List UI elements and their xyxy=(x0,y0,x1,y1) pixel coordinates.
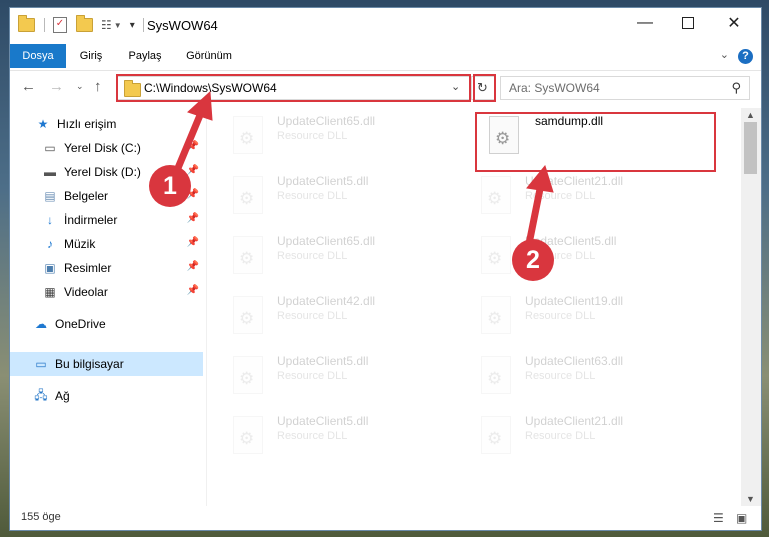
step-badge-1: 1 xyxy=(149,165,191,207)
annotation-arrows xyxy=(174,90,554,245)
arrow-1 xyxy=(174,106,207,170)
step-badge-2: 2 xyxy=(512,239,554,281)
arrow-2 xyxy=(525,183,545,245)
arrowhead-1 xyxy=(187,90,213,121)
arrowhead-2 xyxy=(526,164,554,193)
